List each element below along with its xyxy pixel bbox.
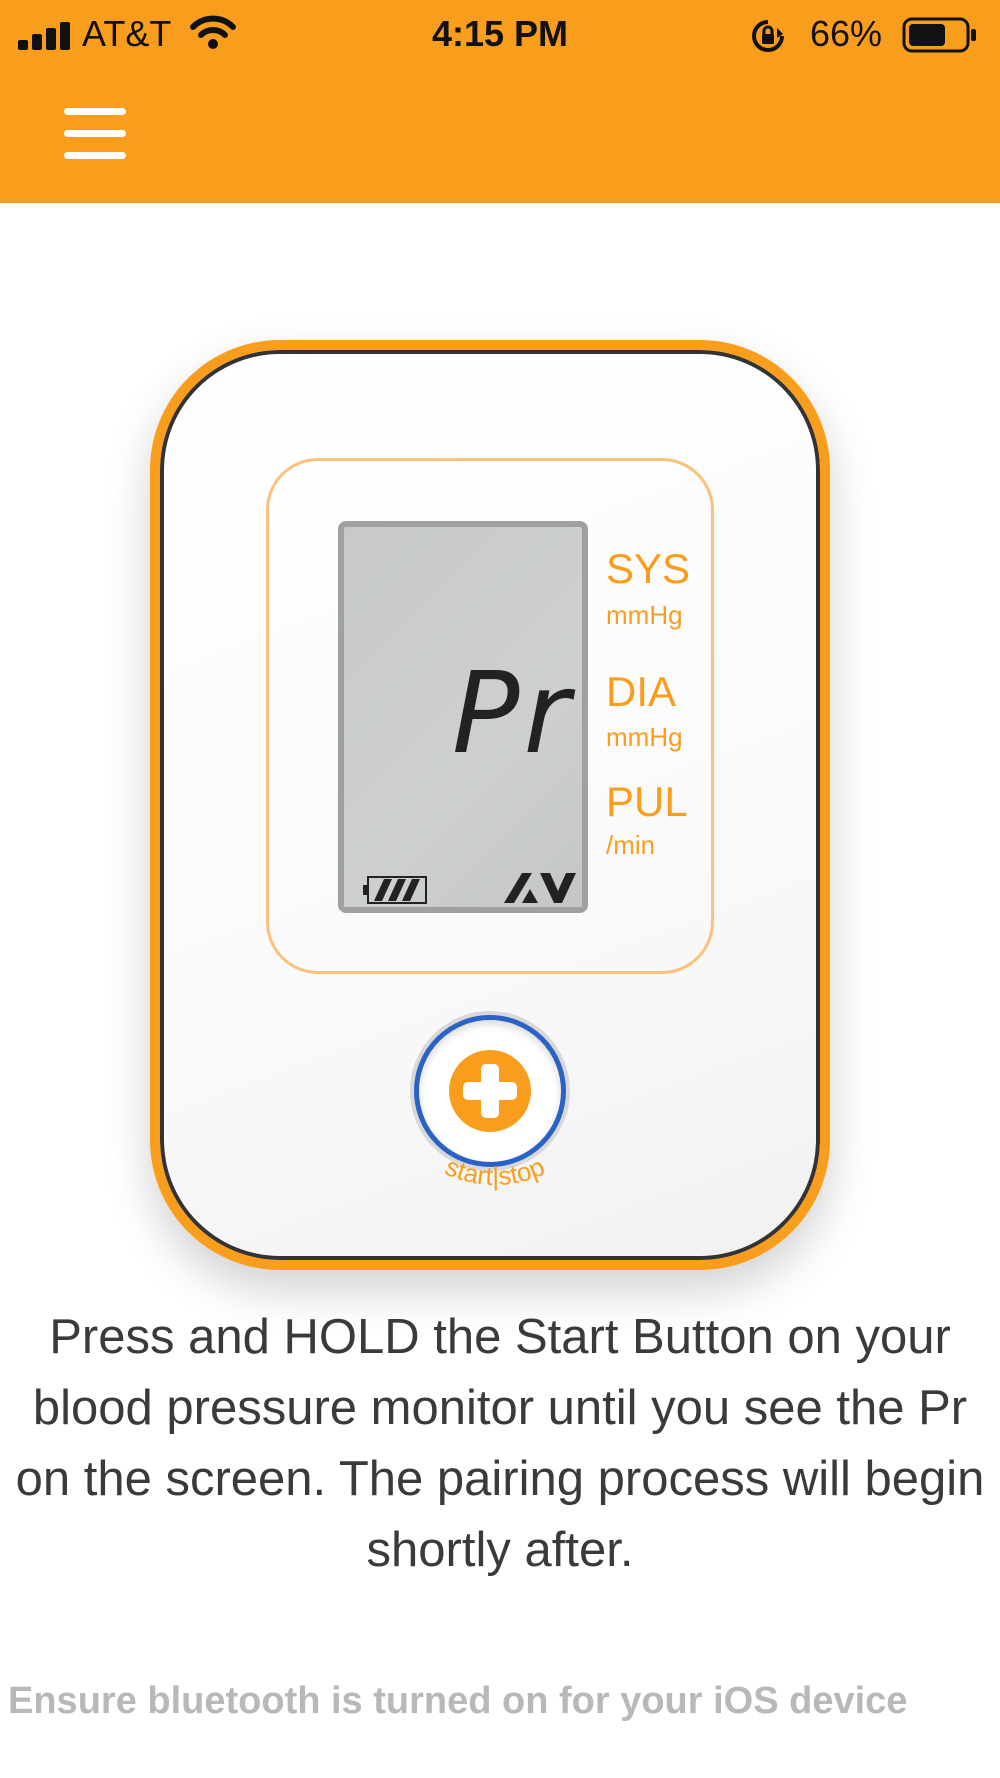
hamburger-menu-icon[interactable] [64, 108, 128, 160]
sys-unit-label: mmHg [606, 600, 683, 630]
sys-label: SYS [606, 545, 691, 592]
start-stop-label: start|stop [441, 1151, 548, 1191]
pairing-instructions: Press and HOLD the Start Button on your … [15, 1310, 985, 1577]
dia-label: DIA [606, 668, 677, 715]
brand-logo-icon [504, 873, 576, 903]
lcd-screen: Pr [338, 521, 588, 913]
plus-icon [449, 1050, 531, 1132]
rotation-lock-icon [752, 20, 784, 52]
pul-unit-label: /min [606, 830, 656, 860]
start-stop-button [414, 1015, 566, 1167]
battery-icon [902, 17, 976, 53]
bluetooth-notice: Ensure bluetooth is turned on for your i… [8, 1680, 908, 1722]
lcd-readout: Pr [452, 649, 574, 779]
app-header: AT&T 4:15 PM 66% [0, 0, 1000, 203]
svg-text:start|stop: start|stop [441, 1151, 548, 1191]
status-bar: AT&T 4:15 PM 66% [0, 0, 1000, 70]
pul-label: PUL [606, 778, 688, 825]
lcd-battery-icon [363, 876, 427, 904]
dia-unit-label: mmHg [606, 722, 683, 752]
battery-percent: 66% [810, 13, 883, 54]
